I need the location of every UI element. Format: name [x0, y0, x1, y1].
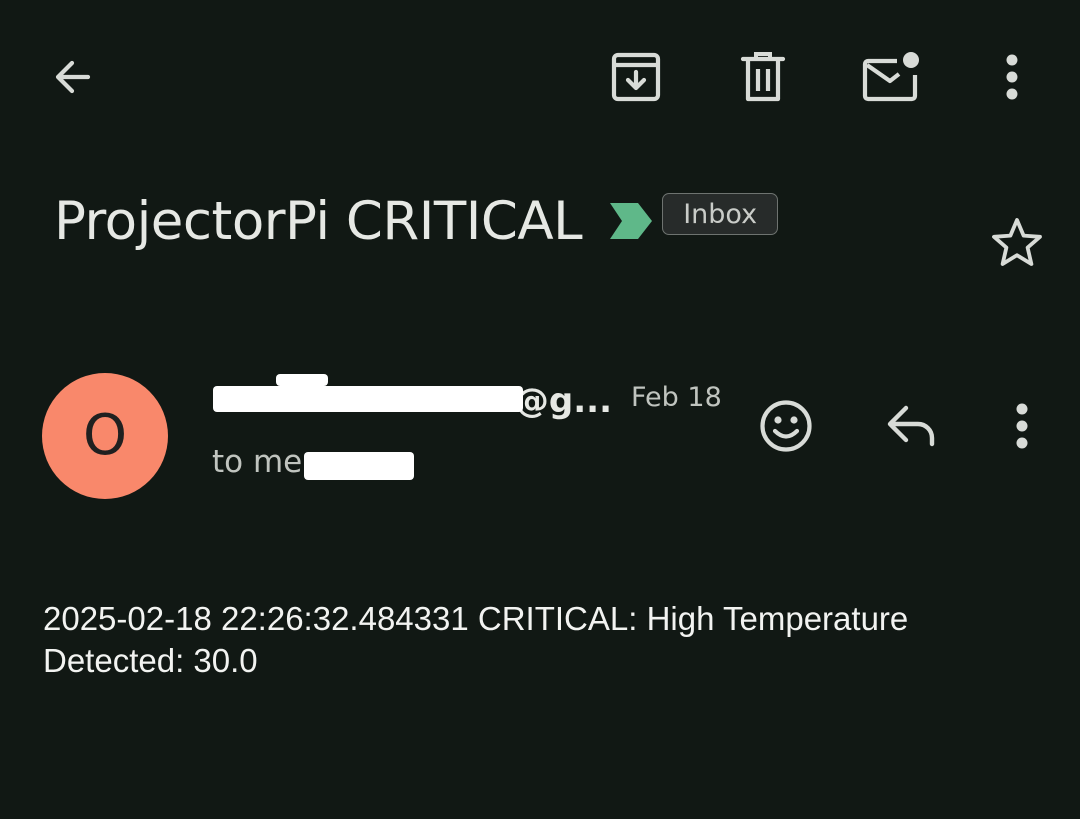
redaction-mark: [304, 452, 414, 480]
reply-button[interactable]: [880, 394, 944, 458]
mark-unread-button[interactable]: [858, 45, 922, 109]
subject-title: ProjectorPi CRITICAL: [54, 190, 583, 252]
avatar-letter: O: [82, 403, 128, 468]
star-outline-icon: [992, 218, 1042, 266]
message-body: 2025-02-18 22:26:32.484331 CRITICAL: Hig…: [43, 600, 909, 679]
message-date: Feb 18: [631, 382, 722, 413]
mail-unread-icon: [862, 52, 919, 102]
recipient-text: to me: [212, 444, 303, 480]
archive-icon: [611, 52, 661, 102]
trash-icon: [740, 52, 786, 102]
more-vert-icon: [1016, 403, 1028, 449]
more-options-button[interactable]: [980, 45, 1044, 109]
sender-name-text: @g...: [514, 381, 612, 421]
importance-marker-icon: [608, 201, 654, 241]
recipient-details[interactable]: to me: [212, 444, 302, 480]
inbox-label-chip[interactable]: Inbox: [662, 193, 779, 235]
react-button[interactable]: [754, 394, 818, 458]
archive-button[interactable]: [604, 45, 668, 109]
reply-icon: [887, 405, 935, 447]
sender-name[interactable]: @g...: [212, 376, 612, 426]
delete-button[interactable]: [731, 45, 795, 109]
star-button[interactable]: [985, 210, 1049, 274]
subject-row: ProjectorPi CRITICAL Inbox: [54, 184, 779, 258]
message-more-button[interactable]: [990, 394, 1054, 458]
sender-avatar[interactable]: O: [42, 373, 168, 499]
more-vert-icon: [1006, 54, 1018, 100]
back-button[interactable]: [40, 45, 104, 109]
emoji-icon: [760, 400, 812, 452]
arrow-left-icon: [55, 60, 91, 94]
